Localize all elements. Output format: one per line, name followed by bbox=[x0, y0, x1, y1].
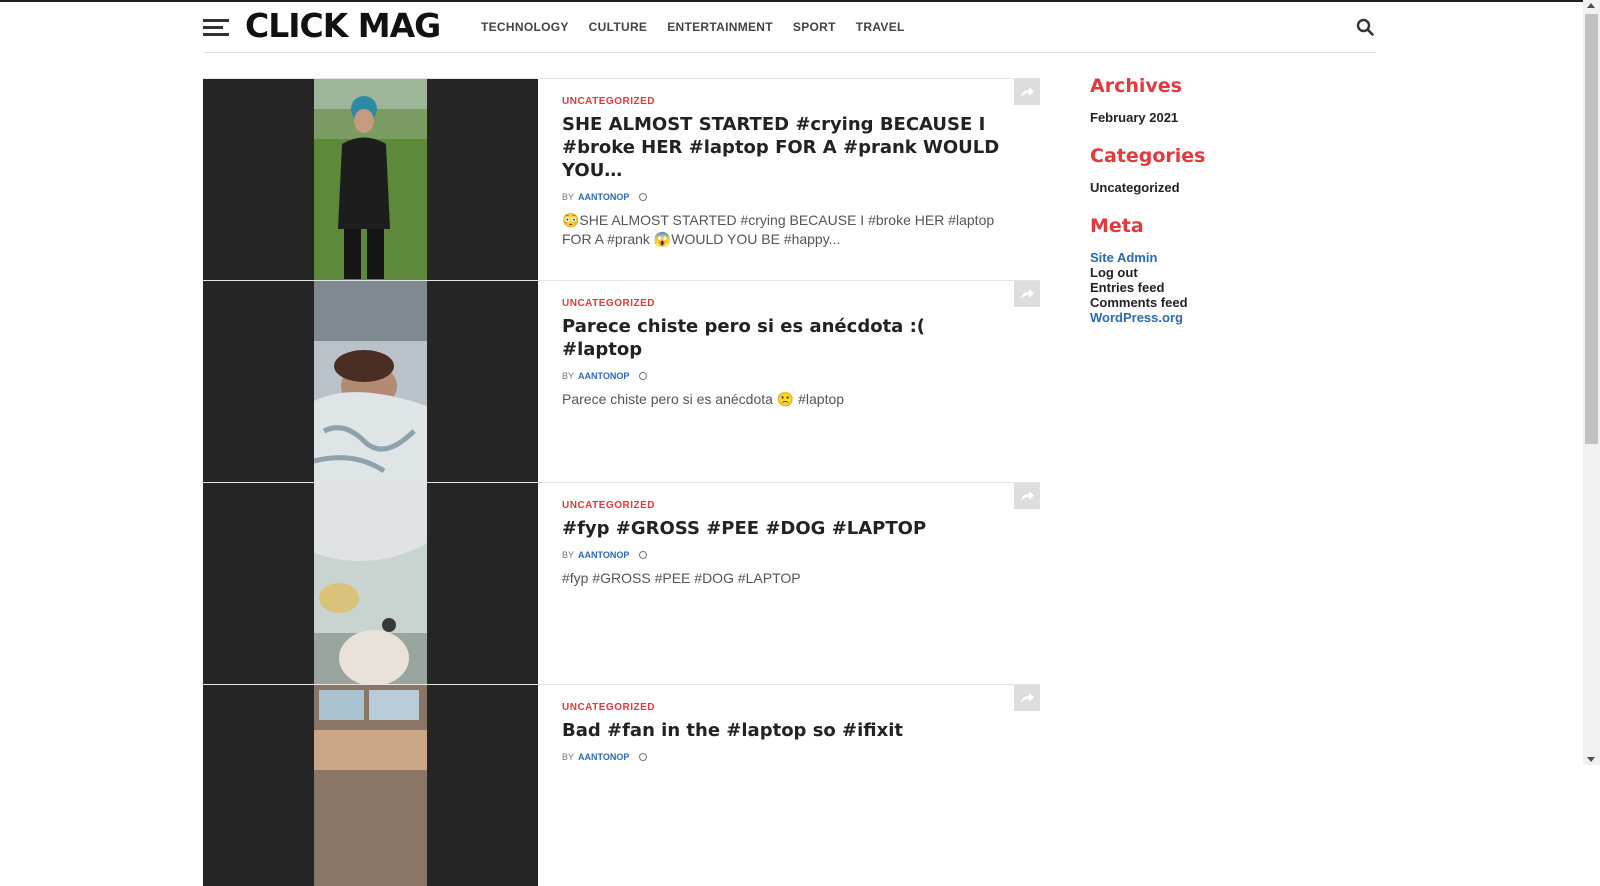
category-link[interactable]: Uncategorized bbox=[1090, 180, 1180, 195]
nav-travel[interactable]: TRAVEL bbox=[856, 20, 905, 34]
sidebar: Archives February 2021 Categories Uncate… bbox=[1090, 75, 1350, 345]
menu-icon[interactable] bbox=[203, 19, 229, 37]
meta-wordpress-org[interactable]: WordPress.org bbox=[1090, 310, 1183, 325]
post-category[interactable]: UNCATEGORIZED bbox=[562, 500, 1002, 511]
archives-heading: Archives bbox=[1090, 75, 1182, 97]
post-item: UNCATEGORIZED Bad #fan in the #laptop so… bbox=[203, 684, 1040, 886]
post-body: UNCATEGORIZED SHE ALMOST STARTED #crying… bbox=[562, 79, 1002, 249]
meta-list: Site Admin Log out Entries feed Comments… bbox=[1090, 250, 1350, 325]
post-item: UNCATEGORIZED #fyp #GROSS #PEE #DOG #LAP… bbox=[203, 482, 1040, 684]
meta-log-out[interactable]: Log out bbox=[1090, 265, 1138, 280]
post-author[interactable]: AANTONOP bbox=[578, 752, 629, 762]
categories-list: Uncategorized bbox=[1090, 180, 1350, 195]
meta-entries-feed[interactable]: Entries feed bbox=[1090, 280, 1164, 295]
categories-heading: Categories bbox=[1090, 145, 1206, 167]
thumbnail-image[interactable] bbox=[314, 483, 427, 684]
nav-technology[interactable]: TECHNOLOGY bbox=[481, 20, 569, 34]
archives-list: February 2021 bbox=[1090, 110, 1350, 125]
post-excerpt: 😳SHE ALMOST STARTED #crying BECAUSE I #b… bbox=[562, 212, 995, 247]
post-title[interactable]: SHE ALMOST STARTED #crying BECAUSE I #br… bbox=[562, 113, 1002, 182]
post-excerpt: #fyp #GROSS #PEE #DOG #LAPTOP bbox=[562, 570, 801, 586]
site-logo[interactable]: CLICK MAG bbox=[245, 6, 441, 45]
post-author[interactable]: AANTONOP bbox=[578, 192, 629, 202]
post-title[interactable]: #fyp #GROSS #PEE #DOG #LAPTOP bbox=[562, 517, 1002, 540]
main-nav: TECHNOLOGY CULTURE ENTERTAINMENT SPORT T… bbox=[481, 20, 905, 34]
thumbnail-image[interactable] bbox=[314, 281, 427, 482]
post-title[interactable]: Bad #fan in the #laptop so #ifixit bbox=[562, 719, 1002, 742]
site-header: CLICK MAG TECHNOLOGY CULTURE ENTERTAINME… bbox=[203, 2, 1376, 53]
byline-prefix: BY bbox=[562, 752, 575, 762]
post-body: UNCATEGORIZED Parece chiste pero si es a… bbox=[562, 281, 1002, 409]
clock-icon bbox=[639, 753, 648, 761]
share-icon bbox=[1021, 491, 1034, 501]
nav-culture[interactable]: CULTURE bbox=[589, 20, 648, 34]
share-icon bbox=[1021, 87, 1034, 97]
byline-prefix: BY bbox=[562, 192, 575, 202]
share-icon bbox=[1021, 289, 1034, 299]
post-thumbnail[interactable] bbox=[203, 79, 538, 280]
share-button[interactable] bbox=[1014, 685, 1040, 711]
search-icon[interactable] bbox=[1356, 18, 1374, 36]
post-author[interactable]: AANTONOP bbox=[578, 371, 629, 381]
archive-link[interactable]: February 2021 bbox=[1090, 110, 1178, 125]
post-byline: BY AANTONOP bbox=[562, 752, 1002, 762]
clock-icon bbox=[639, 372, 648, 380]
post-item: UNCATEGORIZED SHE ALMOST STARTED #crying… bbox=[203, 78, 1040, 280]
post-byline: BY AANTONOP bbox=[562, 371, 1002, 381]
post-byline: BY AANTONOP bbox=[562, 550, 1002, 560]
post-item: UNCATEGORIZED Parece chiste pero si es a… bbox=[203, 280, 1040, 482]
meta-comments-feed[interactable]: Comments feed bbox=[1090, 295, 1188, 310]
nav-sport[interactable]: SPORT bbox=[793, 20, 836, 34]
scrollbar-thumb[interactable] bbox=[1585, 14, 1598, 444]
post-category[interactable]: UNCATEGORIZED bbox=[562, 702, 1002, 713]
clock-icon bbox=[639, 193, 648, 201]
post-body: UNCATEGORIZED Bad #fan in the #laptop so… bbox=[562, 685, 1002, 762]
share-button[interactable] bbox=[1014, 281, 1040, 307]
scroll-down-icon[interactable] bbox=[1587, 757, 1595, 762]
post-category[interactable]: UNCATEGORIZED bbox=[562, 298, 1002, 309]
post-body: UNCATEGORIZED #fyp #GROSS #PEE #DOG #LAP… bbox=[562, 483, 1002, 588]
post-title[interactable]: Parece chiste pero si es anécdota :( #la… bbox=[562, 315, 1002, 361]
meta-site-admin[interactable]: Site Admin bbox=[1090, 250, 1157, 265]
meta-heading: Meta bbox=[1090, 215, 1144, 237]
share-icon bbox=[1021, 693, 1034, 703]
page-scrollbar[interactable] bbox=[1583, 0, 1600, 765]
thumbnail-image[interactable] bbox=[314, 79, 427, 280]
post-thumbnail[interactable] bbox=[203, 483, 538, 684]
post-thumbnail[interactable] bbox=[203, 281, 538, 482]
post-thumbnail[interactable] bbox=[203, 685, 538, 886]
post-category[interactable]: UNCATEGORIZED bbox=[562, 96, 1002, 107]
post-excerpt: Parece chiste pero si es anécdota 🙁 #lap… bbox=[562, 391, 845, 407]
clock-icon bbox=[639, 551, 648, 559]
share-button[interactable] bbox=[1014, 79, 1040, 105]
byline-prefix: BY bbox=[562, 371, 575, 381]
post-author[interactable]: AANTONOP bbox=[578, 550, 629, 560]
byline-prefix: BY bbox=[562, 550, 575, 560]
scroll-up-icon[interactable] bbox=[1587, 3, 1595, 8]
nav-entertainment[interactable]: ENTERTAINMENT bbox=[667, 20, 773, 34]
thumbnail-image[interactable] bbox=[314, 685, 427, 886]
share-button[interactable] bbox=[1014, 483, 1040, 509]
post-byline: BY AANTONOP bbox=[562, 192, 1002, 202]
